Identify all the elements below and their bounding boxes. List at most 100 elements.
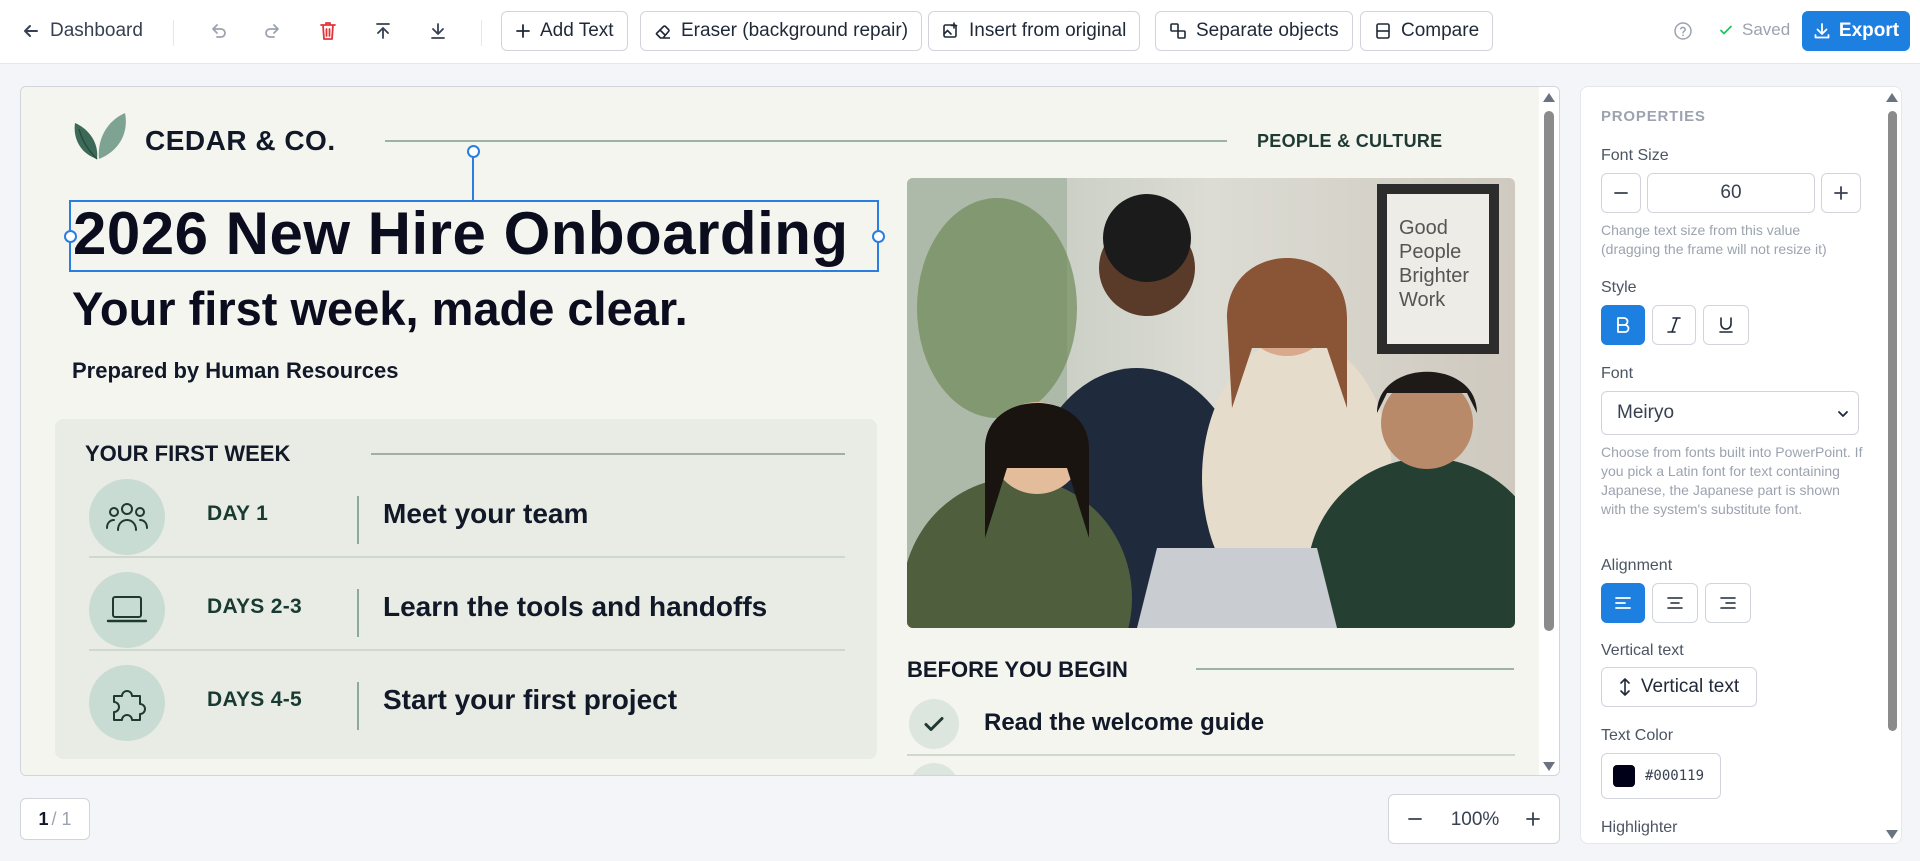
zoom-in-button[interactable] bbox=[1521, 807, 1545, 831]
zoom-level: 100% bbox=[1450, 809, 1500, 830]
team-photo[interactable]: Good People Brighter Work bbox=[907, 178, 1515, 628]
page-total: / 1 bbox=[51, 808, 72, 829]
scroll-up-icon[interactable] bbox=[1543, 93, 1555, 102]
slide-canvas: CEDAR & CO. PEOPLE & CULTURE 2026 New Hi… bbox=[20, 86, 1560, 776]
poster-word: Brighter bbox=[1399, 265, 1469, 287]
help-button[interactable] bbox=[1666, 16, 1700, 46]
back-label: Dashboard bbox=[50, 20, 143, 41]
eraser-label: Eraser (background repair) bbox=[681, 20, 909, 41]
image-plus-icon bbox=[943, 22, 958, 38]
schedule-row: DAYS 2-3 Learn the tools and handoffs bbox=[89, 557, 845, 651]
vertical-text-label: Vertical text bbox=[1601, 642, 1684, 659]
eraser-button[interactable]: Eraser (background repair) bbox=[640, 11, 923, 51]
send-to-back-button[interactable] bbox=[421, 16, 455, 46]
font-size-decrease-button[interactable] bbox=[1601, 173, 1641, 213]
day-label: DAYS 2-3 bbox=[207, 595, 303, 618]
align-center-button[interactable] bbox=[1652, 583, 1698, 623]
plus-icon bbox=[1526, 812, 1540, 826]
bold-button[interactable] bbox=[1601, 305, 1645, 345]
brand-divider bbox=[385, 140, 1227, 142]
back-to-dashboard-button[interactable]: Dashboard bbox=[22, 18, 143, 44]
undo-button[interactable] bbox=[201, 16, 235, 46]
compare-button[interactable]: Compare bbox=[1360, 11, 1494, 51]
color-hex-value: #000119 bbox=[1645, 768, 1705, 784]
align-center-icon bbox=[1667, 597, 1683, 609]
insert-from-original-button[interactable]: Insert from original bbox=[928, 11, 1141, 51]
zoom-out-button[interactable] bbox=[1403, 807, 1427, 831]
canvas-scrollbar[interactable] bbox=[1539, 87, 1559, 775]
plus-icon bbox=[1834, 186, 1848, 200]
poster-word: People bbox=[1399, 241, 1461, 263]
redo-icon bbox=[265, 24, 279, 38]
eraser-icon bbox=[655, 25, 670, 39]
font-select-value: Meiryo bbox=[1617, 402, 1675, 423]
text-color-picker[interactable]: #000119 bbox=[1601, 753, 1721, 799]
align-right-button[interactable] bbox=[1705, 583, 1751, 623]
heading-divider bbox=[1196, 668, 1514, 670]
slide-subtitle[interactable]: Your first week, made clear. bbox=[72, 281, 688, 336]
schedule-row: DAY 1 Meet your team bbox=[89, 464, 845, 558]
scroll-down-icon[interactable] bbox=[1543, 762, 1555, 771]
scroll-up-icon[interactable] bbox=[1886, 93, 1898, 102]
scrollbar-thumb[interactable] bbox=[1888, 111, 1897, 731]
trash-icon bbox=[320, 22, 336, 40]
selection-frame[interactable] bbox=[69, 200, 879, 272]
undo-icon bbox=[212, 24, 226, 38]
scrollbar-thumb[interactable] bbox=[1544, 111, 1554, 631]
row-divider bbox=[357, 589, 359, 637]
separate-objects-button[interactable]: Separate objects bbox=[1155, 11, 1353, 51]
alignment-label: Alignment bbox=[1601, 557, 1673, 574]
resize-handle-right[interactable] bbox=[872, 230, 885, 243]
align-right-icon bbox=[1720, 597, 1736, 609]
plus-icon bbox=[516, 24, 530, 38]
slide: CEDAR & CO. PEOPLE & CULTURE 2026 New Hi… bbox=[21, 87, 1541, 775]
heading-divider bbox=[371, 453, 845, 455]
add-text-button[interactable]: Add Text bbox=[501, 11, 628, 51]
underline-button[interactable] bbox=[1703, 305, 1749, 345]
arrow-left-icon bbox=[24, 25, 38, 37]
rotation-stem bbox=[472, 153, 474, 201]
panel-scrollbar[interactable] bbox=[1883, 87, 1901, 843]
redo-button[interactable] bbox=[256, 16, 290, 46]
text-color-label: Text Color bbox=[1601, 727, 1674, 744]
highlighter-label: Highlighter bbox=[1601, 819, 1678, 836]
export-button[interactable]: Export bbox=[1802, 11, 1910, 51]
prepared-by[interactable]: Prepared by Human Resources bbox=[72, 358, 398, 384]
compare-label: Compare bbox=[1401, 20, 1480, 41]
scroll-down-icon[interactable] bbox=[1886, 830, 1898, 839]
before-you-begin-heading[interactable]: BEFORE YOU BEGIN bbox=[907, 657, 1128, 683]
properties-panel: PROPERTIES Font Size 60 Change text size… bbox=[1580, 86, 1902, 844]
align-left-button[interactable] bbox=[1601, 583, 1645, 623]
first-week-card[interactable]: YOUR FIRST WEEK DAY 1 Meet your team DAY… bbox=[55, 419, 877, 759]
delete-button[interactable] bbox=[311, 16, 345, 46]
team-icon bbox=[89, 479, 165, 555]
brand-name[interactable]: CEDAR & CO. bbox=[145, 125, 336, 157]
font-select[interactable]: Meiryo bbox=[1601, 391, 1859, 435]
separate-shapes-icon bbox=[1170, 23, 1186, 39]
task-label: Start your first project bbox=[383, 684, 678, 715]
cedar-leaf-logo bbox=[74, 113, 126, 160]
download-icon bbox=[1814, 23, 1830, 39]
checklist-item[interactable]: Read the welcome guide bbox=[984, 709, 1264, 737]
puzzle-icon bbox=[89, 665, 165, 741]
minus-icon bbox=[1408, 818, 1422, 820]
top-toolbar: Dashboard Add Text Eraser (background re… bbox=[0, 0, 1920, 64]
vertical-text-button[interactable]: Vertical text bbox=[1601, 667, 1757, 707]
resize-handle-left[interactable] bbox=[64, 230, 77, 243]
check-icon bbox=[1720, 25, 1732, 35]
bring-to-front-button[interactable] bbox=[366, 16, 400, 46]
schedule-row: DAYS 4-5 Start your first project bbox=[89, 650, 845, 743]
font-size-increase-button[interactable] bbox=[1821, 173, 1861, 213]
underline-icon bbox=[1719, 317, 1733, 333]
toolbar-divider bbox=[481, 20, 482, 46]
rotate-handle[interactable] bbox=[467, 145, 480, 158]
italic-button[interactable] bbox=[1652, 305, 1696, 345]
checkmark-icon bbox=[909, 763, 959, 775]
color-swatch bbox=[1613, 765, 1635, 787]
page-indicator: 1 / 1 bbox=[20, 798, 90, 840]
font-size-input[interactable]: 60 bbox=[1647, 173, 1815, 213]
task-label: Learn the tools and handoffs bbox=[383, 591, 768, 622]
poster-word: Work bbox=[1399, 289, 1446, 311]
font-size-label: Font Size bbox=[1601, 147, 1669, 164]
department-label[interactable]: PEOPLE & CULTURE bbox=[1257, 131, 1442, 152]
